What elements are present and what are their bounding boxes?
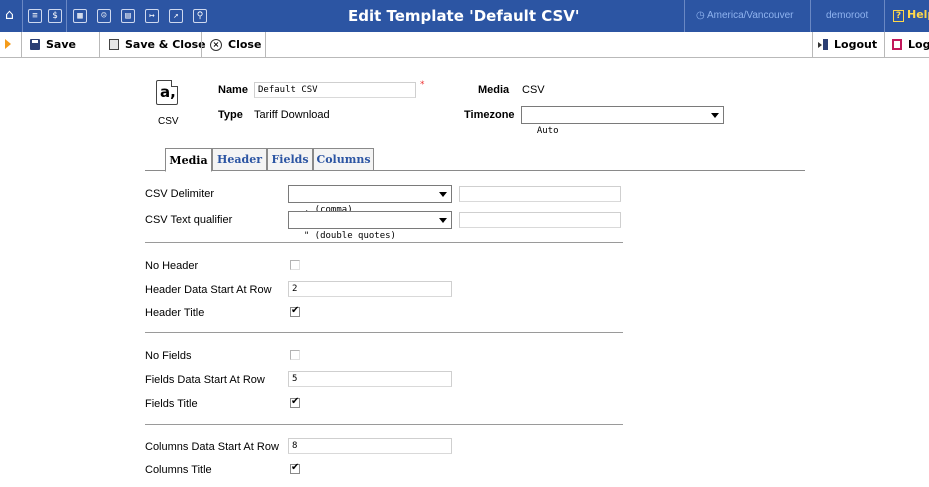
timezone-label: Timezone (464, 109, 515, 121)
chevron-down-icon (436, 188, 449, 200)
save-close-button[interactable]: Save & Close (109, 32, 206, 57)
divider (22, 0, 23, 32)
no-fields-label: No Fields (145, 350, 192, 362)
section-divider (145, 424, 623, 425)
toolbar: Save Save & Close × Close Logout Log (0, 32, 929, 58)
chevron-down-icon (436, 214, 449, 226)
divider (884, 32, 885, 57)
save-button[interactable]: Save (30, 32, 76, 57)
no-fields-checkbox[interactable] (290, 350, 300, 360)
fields-title-label: Fields Title (145, 398, 198, 410)
help-icon: ? (893, 10, 904, 22)
section-divider (145, 242, 623, 243)
type-label: Type (218, 109, 243, 121)
name-input[interactable]: Default CSV (254, 82, 416, 98)
top-navigation-bar: ⌂ ≡ $ ▦ ☺ ▤ ↦ ↗ ⚲ Edit Template 'Default… (0, 0, 929, 32)
columns-start-row-input[interactable]: 8 (288, 438, 452, 454)
chevron-down-icon (708, 109, 721, 121)
type-value: Tariff Download (254, 109, 330, 121)
divider (99, 32, 100, 57)
export-icon[interactable]: ↦ (145, 9, 159, 23)
close-button[interactable]: × Close (210, 32, 261, 57)
logout-label: Logout (834, 38, 878, 51)
fields-start-row-label: Fields Data Start At Row (145, 374, 265, 386)
media-value: CSV (522, 84, 545, 96)
grid-icon[interactable]: ▦ (73, 9, 87, 23)
logout-icon (818, 39, 828, 50)
doc-icon[interactable]: ▤ (121, 9, 135, 23)
list-icon[interactable]: ≡ (28, 9, 42, 23)
fields-title-checkbox[interactable] (290, 396, 300, 408)
divider (812, 32, 813, 57)
save-close-icon (109, 39, 119, 50)
search-icon[interactable]: ⚲ (193, 9, 207, 23)
help-label: Help (907, 8, 929, 21)
divider (201, 32, 202, 57)
chart-icon[interactable]: ↗ (169, 9, 183, 23)
csv-delimiter-custom-input[interactable] (459, 186, 621, 202)
home-icon[interactable]: ⌂ (5, 7, 14, 23)
csv-delimiter-label: CSV Delimiter (145, 188, 215, 200)
no-header-checkbox[interactable] (290, 260, 300, 270)
user-link[interactable]: demoroot (826, 10, 868, 21)
tab-media[interactable]: Media (165, 148, 212, 172)
no-header-label: No Header (145, 260, 199, 272)
columns-start-row-label: Columns Data Start At Row (145, 441, 279, 453)
fields-start-row-input[interactable]: 5 (288, 371, 452, 387)
file-fold (171, 80, 178, 87)
log-button[interactable]: Log (892, 32, 929, 57)
file-type-caption: CSV (158, 116, 179, 127)
tab-fields[interactable]: Fields (267, 148, 313, 171)
save-close-label: Save & Close (125, 38, 206, 51)
person-icon[interactable]: ☺ (97, 9, 111, 23)
required-marker: * (420, 80, 425, 90)
expand-arrow-icon[interactable] (5, 39, 11, 49)
timezone-link[interactable]: ◷ America/Vancouver (696, 10, 794, 21)
clock-icon: ◷ (696, 10, 705, 21)
close-icon: × (210, 38, 222, 51)
save-label: Save (46, 38, 76, 51)
columns-title-label: Columns Title (145, 464, 212, 476)
logout-button[interactable]: Logout (818, 32, 877, 57)
name-label: Name (218, 84, 248, 96)
csv-delimiter-select[interactable]: , (comma) (288, 185, 452, 215)
timezone-text: America/Vancouver (706, 10, 794, 21)
page-title: Edit Template 'Default CSV' (348, 7, 580, 25)
media-label: Media (478, 84, 510, 96)
csv-text-qualifier-custom-input[interactable] (459, 212, 621, 228)
divider (684, 0, 685, 32)
close-label: Close (228, 38, 262, 51)
divider (884, 0, 885, 32)
timezone-select[interactable]: Auto (521, 106, 724, 136)
divider (810, 0, 811, 32)
columns-title-checkbox[interactable] (290, 462, 300, 474)
log-icon (892, 39, 902, 50)
floppy-icon (30, 39, 40, 50)
header-title-checkbox[interactable] (290, 305, 300, 317)
divider (66, 0, 67, 32)
header-start-row-input[interactable]: 2 (288, 281, 452, 297)
header-start-row-label: Header Data Start At Row (145, 284, 272, 296)
divider (21, 32, 22, 57)
csv-text-qualifier-label: CSV Text qualifier (145, 214, 233, 226)
header-title-label: Header Title (145, 307, 205, 319)
csv-text-qualifier-select[interactable]: " (double quotes) (288, 211, 452, 241)
log-label: Log (908, 38, 929, 51)
dollar-icon[interactable]: $ (48, 9, 62, 23)
divider (265, 32, 266, 57)
csv-text-qualifier-value: " (double quotes) (303, 231, 396, 241)
section-divider (145, 332, 623, 333)
tab-header[interactable]: Header (212, 148, 267, 171)
tab-columns[interactable]: Columns (313, 148, 374, 171)
timezone-select-value: Auto (536, 126, 559, 136)
help-link[interactable]: ?Help (893, 8, 929, 22)
